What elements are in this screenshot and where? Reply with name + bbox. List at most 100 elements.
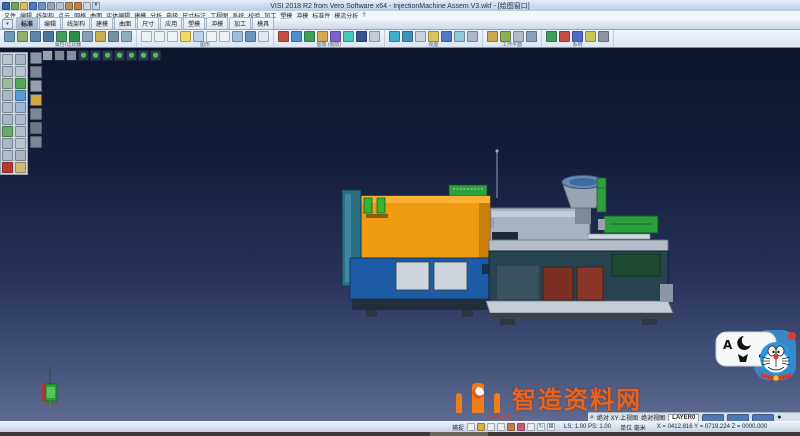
snap-point-icon[interactable] — [477, 423, 485, 431]
snap-grid-icon[interactable] — [467, 423, 475, 431]
workplane-new-icon[interactable] — [487, 31, 498, 42]
color-palette-icon[interactable] — [17, 31, 28, 42]
view-custom-icon[interactable] — [467, 31, 478, 42]
ribbon-group-system: 系统 — [542, 30, 614, 47]
taskbar-segment — [430, 432, 488, 436]
tab-standard[interactable]: 标准 — [16, 17, 38, 29]
view-front-icon[interactable] — [402, 31, 413, 42]
wireframe-mode-icon[interactable] — [206, 31, 217, 42]
ribbon-group-image-zoom: 图像 (缩放) — [274, 30, 385, 47]
tab-overflow-button[interactable]: ▾ — [2, 19, 13, 29]
menu-die[interactable]: 冲模 — [296, 11, 308, 20]
watermark: 智造资料网 — [452, 382, 642, 414]
workplane-origin-icon[interactable] — [526, 31, 537, 42]
status-bar: 捕捉 ↻⊞ LS: 1.00 PS: 1.00 单位 毫米 X = 0412.8… — [0, 421, 800, 432]
ribbon: 属性/过滤器 图形 图像 (缩放) 视图 工作平面 系统 — [0, 30, 800, 48]
title-bar: ▾ VISI 2018 R2 from Vero Software x64 - … — [0, 0, 800, 11]
zoom-window-icon[interactable] — [330, 31, 341, 42]
ribbon-tabs: 标准编辑线架构建模曲面尺寸应用塑模冲模加工模具 — [16, 17, 274, 29]
menu-standard-parts[interactable]: 标准件 — [312, 11, 330, 20]
workplane-toggle-icon[interactable] — [513, 31, 524, 42]
ribbon-group-graphics: 图形 — [137, 30, 274, 47]
watermark-subtext: 智造资料网 — [486, 414, 511, 421]
grid-toggle-icon[interactable]: ⊞ — [547, 423, 555, 431]
window-title: VISI 2018 R2 from Vero Software x64 - In… — [0, 1, 800, 11]
restore-image-icon[interactable] — [291, 31, 302, 42]
injection-machine-3d-model[interactable] — [0, 48, 800, 421]
highlight-icon[interactable] — [95, 31, 106, 42]
snap-toggle-bar: ↻⊞ — [467, 423, 555, 431]
tab-tooling[interactable]: 模具 — [252, 17, 274, 29]
line-type-icon[interactable] — [30, 31, 41, 42]
snap-perp-icon[interactable] — [517, 423, 525, 431]
menu-help[interactable]: ? — [362, 13, 365, 19]
coordinates-readout: X = 0412.816 Y = 0719.224 Z = 0000.000 — [657, 424, 767, 430]
reset-filter-icon[interactable] — [121, 31, 132, 42]
show-surfaces-icon[interactable] — [167, 31, 178, 42]
menu-flow-analysis[interactable]: 模流分析 — [334, 11, 358, 20]
layer-filter-icon[interactable] — [56, 31, 67, 42]
select-by-icon[interactable] — [108, 31, 119, 42]
line-width-icon[interactable] — [43, 31, 54, 42]
attribute-pencil-icon[interactable] — [4, 31, 15, 42]
view-iso-icon[interactable] — [415, 31, 426, 42]
system-info-icon[interactable] — [598, 31, 609, 42]
hidden-line-icon[interactable] — [219, 31, 230, 42]
render-quality-icon[interactable] — [245, 31, 256, 42]
units-readout: 单位 毫米 — [620, 423, 646, 432]
tab-wireframe[interactable]: 线架构 — [62, 17, 90, 29]
watermark-logo-icon — [452, 382, 504, 414]
tab-mold[interactable]: 塑模 — [183, 17, 205, 29]
dynamic-view-icon[interactable] — [304, 31, 315, 42]
snap-intersect-icon[interactable] — [507, 423, 515, 431]
system-options-icon[interactable] — [572, 31, 583, 42]
menu-mold[interactable]: 塑模 — [280, 11, 292, 20]
visi-application-window: ▾ VISI 2018 R2 from Vero Software x64 - … — [0, 0, 800, 436]
scale-readout: LS: 1.00 PS: 1.00 — [564, 424, 611, 430]
tab-modeling[interactable]: 建模 — [91, 17, 113, 29]
ribbon-tab-bar: ▾ 标准编辑线架构建模曲面尺寸应用塑模冲模加工模具 — [0, 20, 800, 30]
snap-center-icon[interactable] — [497, 423, 505, 431]
system-settings-icon[interactable] — [546, 31, 557, 42]
ribbon-group-views: 视图 — [385, 30, 483, 47]
auto-refresh-icon[interactable]: ↻ — [537, 423, 545, 431]
ribbon-group-workplane: 工作平面 — [483, 30, 542, 47]
view-rotate-icon[interactable] — [428, 31, 439, 42]
show-points-icon[interactable] — [141, 31, 152, 42]
pan-icon[interactable] — [356, 31, 367, 42]
refresh-view-icon[interactable] — [258, 31, 269, 42]
snap-label: 捕捉 — [452, 423, 464, 432]
zoom-in-icon[interactable] — [317, 31, 328, 42]
svg-text:A: A — [723, 338, 733, 352]
tab-dimension[interactable]: 尺寸 — [137, 17, 159, 29]
view-multi-icon[interactable] — [454, 31, 465, 42]
snap-tangent-icon[interactable] — [527, 423, 535, 431]
view-top-icon[interactable] — [389, 31, 400, 42]
watermark-text: 智造资料网 — [512, 388, 642, 414]
system-colors-icon[interactable] — [559, 31, 570, 42]
save-image-icon[interactable] — [278, 31, 289, 42]
previous-view-icon[interactable] — [369, 31, 380, 42]
workplane-align-icon[interactable] — [500, 31, 511, 42]
ribbon-group-attributes: 属性/过滤器 — [0, 30, 137, 47]
tab-die[interactable]: 冲模 — [206, 17, 228, 29]
tab-machining[interactable]: 加工 — [229, 17, 251, 29]
shade-mode-icon[interactable] — [193, 31, 204, 42]
show-solids-icon[interactable] — [180, 31, 191, 42]
taskbar-strip — [0, 432, 800, 436]
show-curves-icon[interactable] — [154, 31, 165, 42]
mask-icon[interactable] — [82, 31, 93, 42]
tab-surface[interactable]: 曲面 — [114, 17, 136, 29]
element-filter-icon[interactable] — [69, 31, 80, 42]
tab-edit[interactable]: 编辑 — [39, 17, 61, 29]
graphics-viewport[interactable]: ●●●●●●● — [0, 48, 800, 421]
view-normal-icon[interactable] — [441, 31, 452, 42]
transparency-icon[interactable] — [232, 31, 243, 42]
snap-mid-icon[interactable] — [487, 423, 495, 431]
status-dot-button[interactable]: ● — [777, 414, 781, 421]
ucs-triad — [41, 366, 60, 408]
zoom-extents-icon[interactable] — [343, 31, 354, 42]
system-help-icon[interactable] — [585, 31, 596, 42]
tab-application[interactable]: 应用 — [160, 17, 182, 29]
doraemon-sticker: A — [714, 326, 798, 384]
